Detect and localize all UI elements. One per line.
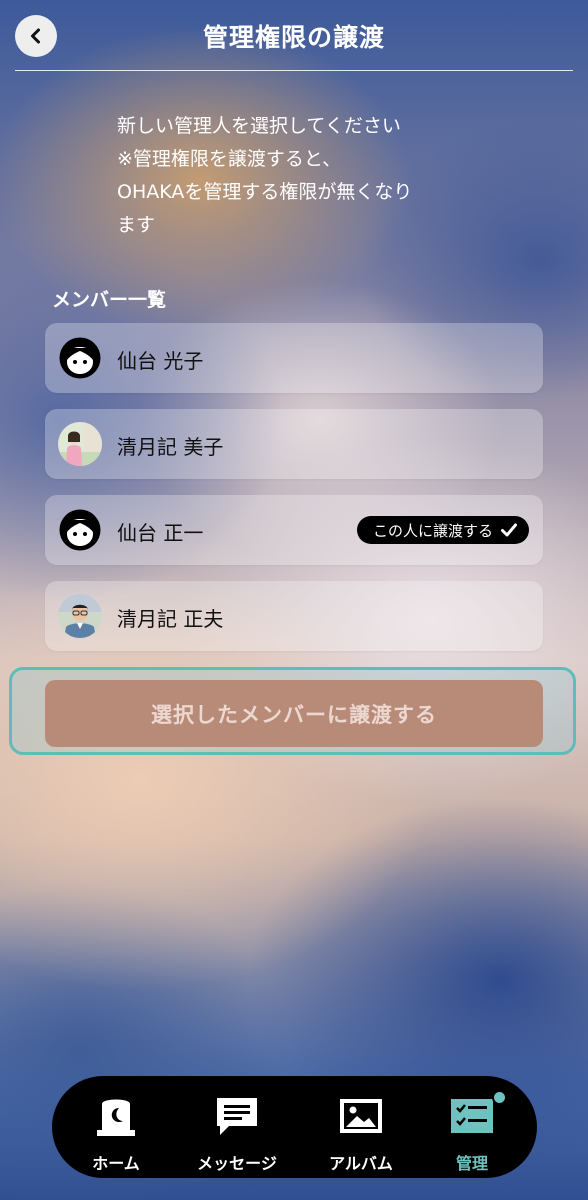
member-item[interactable]: 清月記 美子 [45, 409, 543, 479]
member-item-selected[interactable]: 仙台 正一 この人に譲渡する [45, 495, 543, 565]
tab-album[interactable]: アルバム [306, 1076, 416, 1178]
selected-badge-label: この人に譲渡する [372, 521, 493, 540]
default-avatar-icon [58, 336, 102, 380]
tab-message-label: メッセージ [197, 1154, 277, 1173]
member-list-heading: メンバー一覧 [52, 289, 167, 311]
header: 管理権限の譲渡 [0, 0, 588, 72]
checklist-icon [451, 1099, 493, 1133]
message-icon [217, 1098, 257, 1135]
notification-dot [492, 1090, 507, 1105]
notice-line: ※管理権限を譲渡すると、 [117, 148, 342, 170]
member-name: 清月記 正夫 [117, 607, 224, 631]
page-title: 管理権限の譲渡 [202, 23, 385, 52]
grave-moon-icon [97, 1099, 135, 1136]
member-item[interactable]: 仙台 光子 [45, 323, 543, 393]
default-avatar-icon [58, 508, 102, 552]
checkmark-icon [501, 523, 517, 537]
member-name: 仙台 光子 [117, 349, 204, 373]
selected-badge: この人に譲渡する [356, 516, 529, 544]
photo-avatar [58, 594, 102, 638]
tab-album-label: アルバム [329, 1154, 393, 1173]
member-name: 仙台 正一 [117, 521, 204, 545]
album-icon [340, 1099, 382, 1133]
member-item[interactable]: 清月記 正夫 [45, 581, 543, 651]
tab-manage-label: 管理 [455, 1154, 488, 1173]
bottom-tab-bar: ホーム メッセージ アルバム 管理 [52, 1076, 537, 1178]
photo-avatar [58, 422, 102, 466]
tab-message[interactable]: メッセージ [182, 1076, 292, 1178]
notice-line: OHAKAを管理する権限が無くなり [117, 181, 413, 203]
tab-home-label: ホーム [92, 1154, 140, 1173]
transfer-button[interactable]: 選択したメンバーに譲渡する [45, 680, 543, 747]
notice-line: ます [117, 214, 156, 236]
notice-text: 新しい管理人を選択してください ※管理権限を譲渡すると、 OHAKAを管理する権… [117, 110, 487, 242]
header-divider [15, 70, 573, 71]
tab-manage[interactable]: 管理 [417, 1076, 527, 1178]
notice-line: 新しい管理人を選択してください [117, 115, 401, 137]
member-name: 清月記 美子 [117, 435, 224, 459]
tab-home[interactable]: ホーム [61, 1076, 171, 1178]
